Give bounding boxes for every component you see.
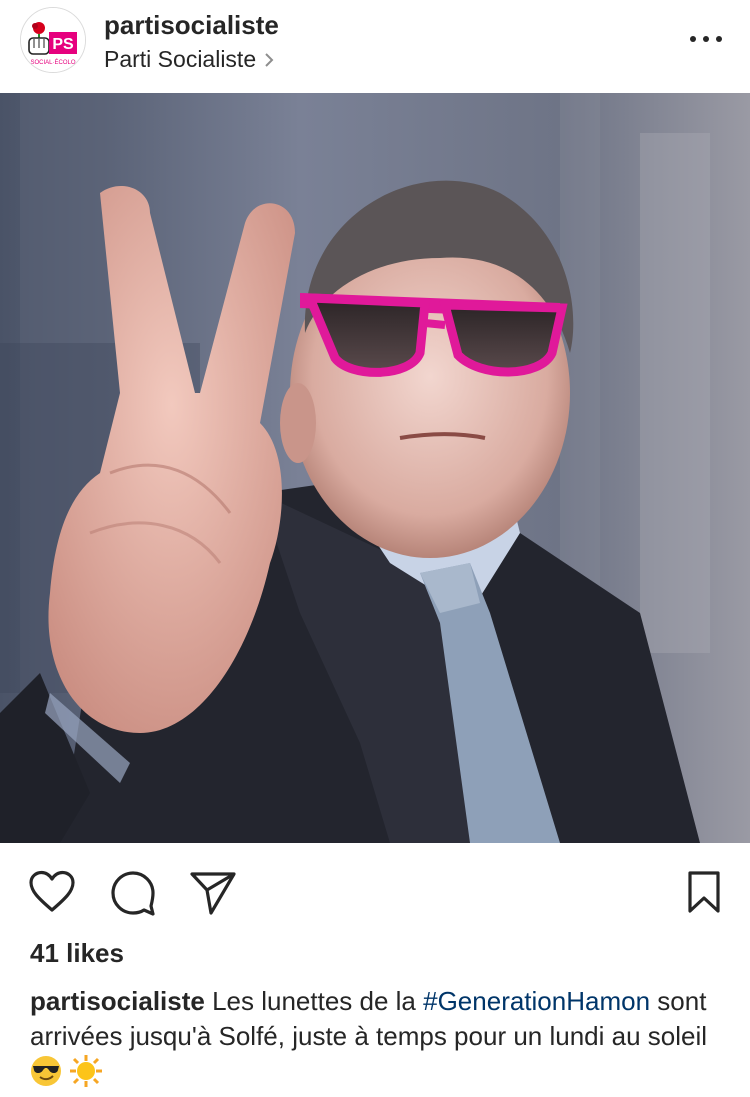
avatar[interactable]: PS SOCIAL·ÉCOLO	[20, 7, 86, 73]
caption-hashtag[interactable]: #GenerationHamon	[423, 986, 650, 1016]
chevron-right-icon	[265, 52, 274, 67]
comment-icon[interactable]	[110, 870, 156, 916]
header-account-name-link[interactable]: Parti Socialiste	[104, 46, 274, 73]
likes-count[interactable]: 41 likes	[30, 938, 124, 969]
header-username[interactable]: partisocialiste	[104, 10, 279, 41]
caption-username[interactable]: partisocialiste	[30, 986, 205, 1016]
header-account-name: Parti Socialiste	[104, 46, 257, 72]
avatar-sub-text: SOCIAL·ÉCOLO	[30, 59, 75, 66]
post-header: PS SOCIAL·ÉCOLO partisocialiste Parti So…	[0, 0, 750, 92]
more-dot	[690, 36, 696, 42]
caption-text-start: Les lunettes de la	[204, 986, 424, 1016]
bookmark-icon[interactable]	[686, 870, 722, 914]
ps-logo: PS SOCIAL·ÉCOLO	[21, 8, 85, 72]
more-dot	[716, 36, 722, 42]
more-options-icon[interactable]	[690, 24, 722, 54]
send-icon[interactable]	[189, 870, 237, 916]
post-photo[interactable]	[0, 93, 750, 843]
heart-icon[interactable]	[28, 870, 76, 914]
post-actions	[0, 862, 750, 922]
sun-emoji	[69, 1054, 103, 1097]
more-dot	[703, 36, 709, 42]
sunglasses-emoji	[30, 1055, 62, 1096]
post-caption: partisocialiste Les lunettes de la #Gene…	[30, 984, 730, 1097]
avatar-ps-text: PS	[52, 36, 74, 53]
